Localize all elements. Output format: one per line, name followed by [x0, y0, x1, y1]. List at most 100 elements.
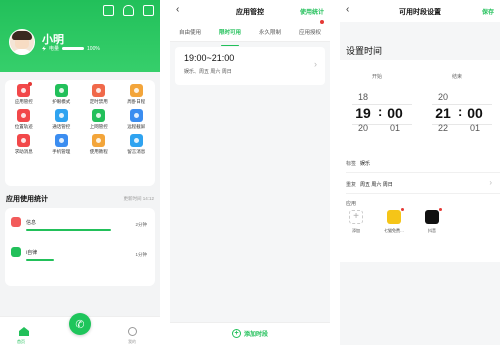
menu-icon[interactable]	[143, 5, 154, 16]
repeat-value: 周五 周六 周日	[360, 182, 393, 188]
stats-updated: 更新时间 14:12	[123, 196, 154, 201]
function-label: 留言消息	[127, 149, 146, 154]
app-name: 信息	[26, 220, 37, 226]
function-item[interactable]: 上网管控	[80, 109, 118, 130]
home-header: 小明 电量 100%	[0, 0, 160, 72]
usage-duration: 2分钟	[135, 222, 147, 227]
function-card: 应用管控 护眼模式 定时禁用 周卧日程位置轨迹 通话管控 上网管控 远程截屏求助消息 手机管理…	[5, 80, 155, 186]
chevron-right-icon: ›	[489, 178, 492, 187]
usage-duration: 1分钟	[135, 252, 147, 257]
start-label: 开始	[372, 74, 383, 80]
function-item[interactable]: 远程截屏	[118, 109, 156, 130]
home-icon[interactable]	[19, 327, 29, 336]
tab-item[interactable]: 限时可用	[219, 22, 241, 46]
user-icon[interactable]	[128, 327, 137, 336]
function-label: 远程截屏	[127, 124, 146, 129]
function-item[interactable]: 使用教程	[80, 134, 118, 155]
location-icon	[17, 109, 31, 122]
usage-stats-link[interactable]: 使用统计	[300, 7, 324, 16]
tutorial-icon	[92, 134, 106, 147]
rule-time: 19:00~21:00	[184, 53, 235, 63]
app-icon	[11, 247, 21, 257]
badge-dot	[28, 82, 33, 86]
function-grid: 应用管控 护眼模式 定时禁用 周卧日程位置轨迹 通话管控 上网管控 远程截屏求助消息 手机管理…	[5, 82, 156, 155]
top-icons	[103, 5, 154, 16]
repeat-row[interactable]: 重复 周五 周六 周日	[346, 181, 393, 188]
end-hour-wheel[interactable]: 20 21 22	[434, 91, 452, 135]
time-picker-section: 设置时间 开始 结束 18 19 20 : 00 01 20 21 22 : 0…	[340, 0, 500, 152]
function-item[interactable]: 位置轨迹	[5, 109, 43, 130]
screenshot-icon	[129, 109, 143, 122]
function-item[interactable]: 求助消息	[5, 134, 43, 155]
home-screen: 小明 电量 100% 应用管控 护眼模式 定时禁用 周卧日程位置轨迹 通话管控 上网管控 远…	[0, 0, 160, 345]
nav-me-label[interactable]: 我的	[128, 339, 136, 345]
function-label: 应用管控	[14, 99, 33, 104]
bolt-icon	[42, 46, 46, 51]
timer-icon	[92, 84, 106, 97]
bottom-nav: 首页 ✆ 我的	[0, 313, 160, 345]
tag-label: 标签	[346, 161, 357, 167]
message-icon	[129, 134, 143, 147]
avatar[interactable]	[9, 29, 35, 55]
tile-label: 添加	[352, 228, 360, 233]
app-control-icon	[17, 82, 33, 97]
tab-item[interactable]: 自由使用	[179, 22, 201, 41]
calendar-icon	[129, 84, 143, 97]
add-app-tile[interactable]: + 添加	[344, 210, 368, 234]
start-minute-wheel[interactable]: 00 01	[386, 91, 404, 135]
app-usage-row[interactable]: 信息 2分钟	[5, 214, 155, 244]
function-label: 位置轨迹	[14, 124, 33, 129]
eye-icon	[54, 84, 68, 97]
function-label: 上网管控	[89, 124, 108, 129]
device-icon[interactable]	[103, 5, 114, 16]
battery-percent: 100%	[87, 45, 100, 52]
tile-label: 抖音	[428, 228, 436, 233]
stats-card: 信息 2分钟 i自律 1分钟	[5, 208, 155, 286]
app-control-navbar: ‹ 应用管控 使用统计	[170, 0, 330, 22]
bell-icon[interactable]	[123, 5, 134, 16]
function-label: 护眼模式	[52, 99, 71, 104]
end-minute-wheel[interactable]: 00 01	[466, 91, 484, 135]
badge-dot	[320, 20, 324, 24]
phone-icon	[54, 109, 68, 122]
settings-form: 标签 娱乐 重复 周五 周六 周日 › 应用 + 添加 七猫免费… 抖音	[340, 152, 500, 262]
function-item[interactable]: 应用管控	[5, 82, 43, 105]
time-rule-card[interactable]: 19:00~21:00 娱乐、周五 周六 周日 ›	[175, 47, 325, 85]
add-period-button[interactable]: 添加时段	[244, 329, 268, 338]
battery-bar	[62, 47, 85, 50]
control-tabs: 自由使用 限时可用 永久限制 应用授权	[170, 20, 330, 46]
app-usage-row[interactable]: i自律 1分钟	[5, 244, 155, 274]
app-icon	[11, 217, 21, 227]
remove-badge[interactable]	[438, 207, 443, 212]
remove-badge[interactable]	[400, 207, 405, 212]
function-label: 定时禁用	[89, 99, 108, 104]
add-period-bar[interactable]: + 添加时段	[170, 322, 330, 345]
app-tile[interactable]: 抖音	[420, 207, 444, 234]
app-tile[interactable]: 七猫免费…	[382, 207, 406, 234]
repeat-label: 重复	[346, 182, 357, 188]
add-icon: +	[349, 210, 363, 224]
chevron-right-icon: ›	[314, 59, 317, 69]
function-item[interactable]: 通话管控	[43, 109, 81, 130]
tab-item[interactable]: 永久限制	[259, 22, 281, 41]
tag-row[interactable]: 标签 娱乐	[346, 160, 370, 167]
tile-label: 七猫免费…	[384, 228, 404, 233]
function-item[interactable]: 周卧日程	[118, 84, 156, 105]
nav-home-label[interactable]: 首页	[17, 339, 25, 345]
tag-value: 娱乐	[360, 161, 371, 167]
app-control-screen: ‹ 应用管控 使用统计 自由使用 限时可用 永久限制 应用授权 19:00~21:00…	[170, 0, 330, 345]
douyin-icon	[425, 207, 443, 224]
function-item[interactable]: 定时禁用	[80, 84, 118, 105]
function-item[interactable]: 留言消息	[118, 134, 156, 155]
qimao-icon	[387, 207, 405, 224]
app-name: i自律	[26, 250, 38, 256]
function-label: 求助消息	[14, 149, 33, 154]
stats-title: 应用使用统计	[6, 196, 48, 203]
function-item[interactable]: 护眼模式	[43, 84, 81, 105]
plus-circle-icon: +	[231, 329, 241, 338]
tab-item[interactable]: 应用授权	[299, 20, 324, 41]
battery-status: 电量 100%	[42, 45, 100, 52]
phone-call-icon[interactable]: ✆	[69, 313, 91, 335]
function-item[interactable]: 手机管理	[43, 134, 81, 155]
start-hour-wheel[interactable]: 18 19 20	[354, 91, 372, 135]
